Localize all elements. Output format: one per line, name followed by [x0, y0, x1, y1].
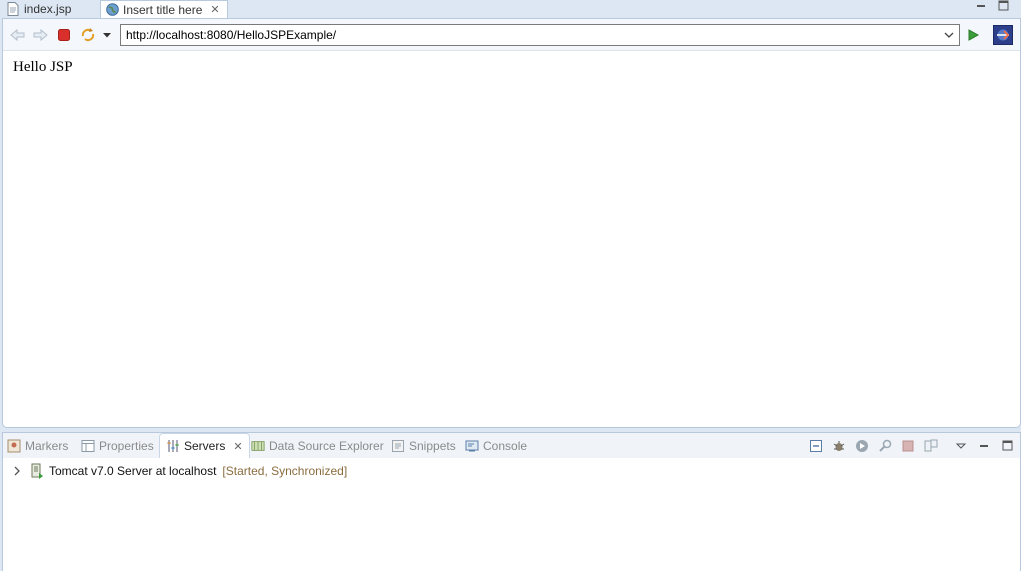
tab-markers[interactable]: Markers — [7, 433, 68, 458]
url-field[interactable] — [120, 24, 960, 46]
chevron-right-icon[interactable] — [11, 466, 23, 476]
tab-label: Data Source Explorer — [269, 438, 384, 453]
editor-tab-bar: index.jsp Insert title here ✕ — [0, 0, 1021, 18]
back-icon[interactable] — [10, 27, 26, 43]
minimize-icon[interactable] — [976, 438, 992, 454]
jsp-file-icon — [6, 2, 20, 16]
tab-label: Console — [483, 438, 528, 453]
collapse-icon[interactable] — [808, 438, 824, 454]
url-history-chevron-icon[interactable] — [942, 28, 956, 42]
chevron-down-icon[interactable] — [99, 27, 115, 43]
close-icon[interactable]: ✕ — [210, 3, 219, 16]
server-tree-item[interactable]: Tomcat v7.0 Server at localhost [Started… — [11, 462, 347, 480]
tab-label: Snippets — [409, 438, 456, 453]
tomcat-server-icon — [29, 463, 45, 479]
go-icon[interactable] — [965, 27, 981, 43]
data-source-icon — [251, 439, 265, 453]
views-window-controls — [953, 438, 1021, 454]
debug-server-icon[interactable] — [831, 438, 847, 454]
minimize-icon[interactable] — [974, 0, 990, 14]
tab-label: Properties — [99, 438, 154, 453]
tab-console[interactable]: Console — [465, 433, 527, 458]
editor-window-controls — [968, 0, 1012, 14]
tab-index-jsp[interactable]: index.jsp — [6, 0, 71, 18]
internal-browser: Hello JSP — [2, 18, 1021, 428]
maximize-icon[interactable] — [996, 0, 1012, 14]
browser-toolbar — [3, 19, 1020, 51]
tab-snippets[interactable]: Snippets — [391, 433, 456, 458]
view-menu-icon[interactable] — [953, 438, 969, 454]
page-content: Hello JSP — [13, 59, 73, 75]
tab-label: index.jsp — [24, 2, 72, 16]
tab-insert-title-here[interactable]: Insert title here ✕ — [100, 0, 228, 18]
forward-icon[interactable] — [32, 27, 48, 43]
url-input[interactable] — [126, 28, 926, 42]
start-server-icon[interactable] — [854, 438, 870, 454]
globe-icon — [105, 3, 119, 17]
stop-icon[interactable] — [56, 27, 72, 43]
eclipse-window: index.jsp Insert title here ✕ http://loc… — [0, 0, 1021, 571]
maximize-icon[interactable] — [999, 438, 1015, 454]
tab-servers[interactable]: Servers ✕ — [159, 433, 250, 458]
external-browser-icon[interactable] — [993, 25, 1013, 45]
views-panel: Markers Properties Servers ✕ Data Source… — [2, 432, 1021, 571]
tab-label: Servers — [184, 439, 226, 453]
server-status: [Started, Synchronized] — [222, 464, 348, 478]
close-icon[interactable]: ✕ — [233, 440, 242, 453]
tab-label: Insert title here — [123, 2, 203, 17]
refresh-icon[interactable] — [80, 27, 96, 43]
properties-icon — [81, 439, 95, 453]
profile-server-icon[interactable] — [877, 438, 893, 454]
publish-icon[interactable] — [923, 438, 939, 454]
snippets-icon — [391, 439, 405, 453]
tab-label: Markers — [25, 438, 69, 453]
tab-properties[interactable]: Properties — [81, 433, 154, 458]
servers-icon — [166, 439, 180, 453]
tab-data-source-explorer[interactable]: Data Source Explorer — [251, 433, 384, 458]
servers-view-toolbar — [808, 438, 946, 454]
console-icon — [465, 439, 479, 453]
server-name: Tomcat v7.0 Server at localhost — [49, 464, 217, 478]
stop-server-icon[interactable] — [900, 438, 916, 454]
views-tab-bar: Markers Properties Servers ✕ Data Source… — [3, 433, 1020, 458]
markers-icon — [7, 439, 21, 453]
